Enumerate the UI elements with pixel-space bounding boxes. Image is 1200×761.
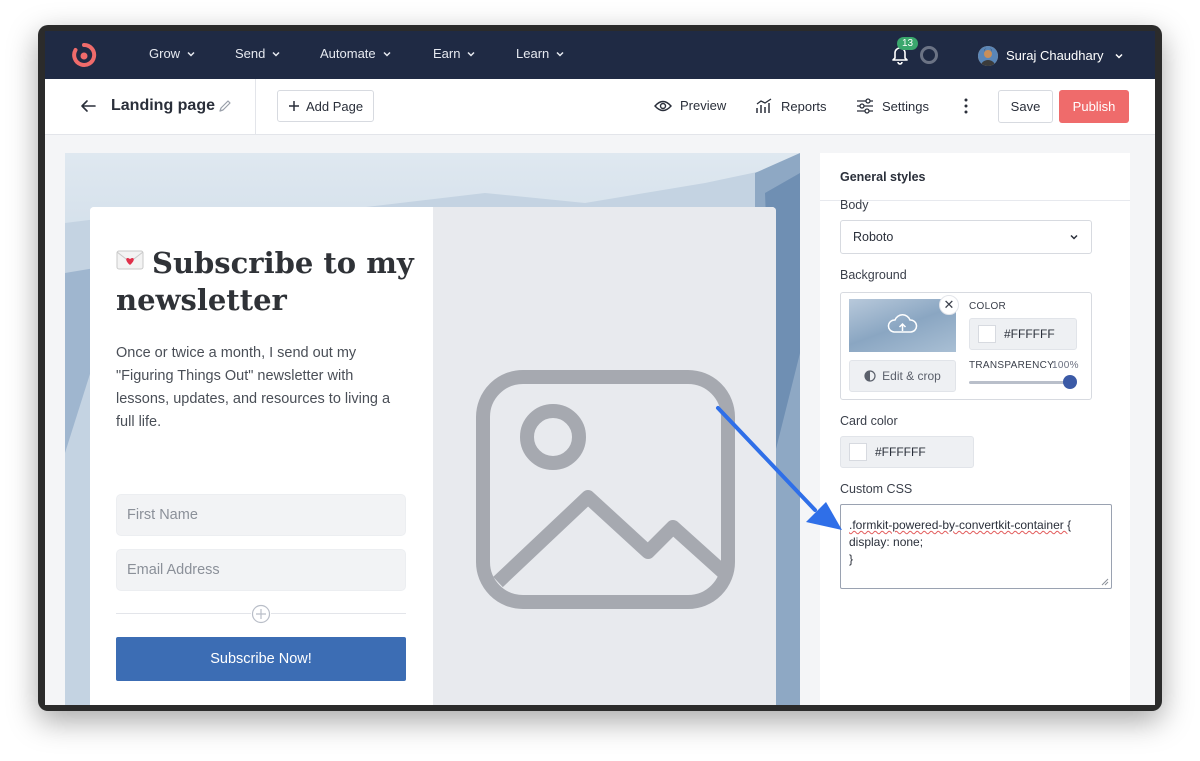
landing-card: Subscribe to my newsletter Once or twice…	[90, 207, 776, 705]
color-swatch[interactable]	[978, 325, 996, 343]
crop-icon	[864, 370, 876, 382]
chevron-down-icon	[187, 51, 195, 57]
user-name: Suraj Chaudhary	[1006, 48, 1104, 63]
preview-button[interactable]: Preview	[654, 98, 726, 113]
nav-automate[interactable]: Automate	[320, 46, 392, 61]
css-line: }	[849, 552, 854, 566]
card-color-label: Card color	[840, 414, 898, 428]
app-window: Grow Send Automate Earn Learn 13 Suraj C…	[38, 25, 1162, 711]
reports-chart-icon	[756, 98, 772, 113]
save-button[interactable]: Save	[998, 90, 1053, 123]
body-font-label: Body	[840, 198, 869, 212]
add-field-plus-icon[interactable]	[251, 604, 271, 624]
resize-handle-icon[interactable]	[1101, 578, 1109, 586]
card-content: Subscribe to my newsletter Once or twice…	[90, 207, 433, 705]
editor-toolbar: Landing page Add Page Preview Reports Se…	[45, 79, 1155, 135]
nav-grow[interactable]: Grow	[149, 46, 196, 61]
back-arrow-icon[interactable]	[79, 97, 97, 115]
body-font-select[interactable]: Roboto	[840, 220, 1092, 254]
headline-text: Subscribe to my newsletter	[116, 246, 414, 317]
css-line: .formkit-powered-by-convertkit-container…	[849, 518, 1072, 532]
first-name-input[interactable]: First Name	[116, 494, 406, 536]
reports-label: Reports	[781, 98, 827, 114]
publish-button[interactable]: Publish	[1059, 90, 1129, 123]
email-address-input[interactable]: Email Address	[116, 549, 406, 591]
eye-icon	[654, 100, 672, 111]
more-options-icon[interactable]	[963, 97, 969, 115]
custom-css-label: Custom CSS	[840, 482, 913, 496]
chevron-down-icon	[467, 51, 475, 57]
background-color-value: #FFFFFF	[1004, 327, 1055, 341]
preview-label: Preview	[680, 98, 727, 113]
chevron-down-icon	[556, 51, 564, 57]
image-placeholder-area[interactable]	[433, 207, 776, 705]
plus-icon	[289, 101, 299, 111]
subscribe-button[interactable]: Subscribe Now!	[116, 637, 406, 681]
nav-grow-label: Grow	[149, 46, 181, 61]
settings-button[interactable]: Settings	[856, 98, 929, 114]
landing-headline[interactable]: Subscribe to my newsletter	[116, 245, 416, 319]
nav-learn[interactable]: Learn	[516, 46, 565, 61]
notification-badge: 13	[897, 37, 919, 50]
nav-automate-label: Automate	[320, 46, 376, 61]
panel-title: General styles	[840, 170, 926, 184]
top-navigation: Grow Send Automate Earn Learn 13 Suraj C…	[45, 31, 1155, 79]
loading-ring-icon	[920, 46, 938, 64]
love-letter-icon	[116, 250, 144, 270]
nav-earn-label: Earn	[433, 46, 461, 61]
nav-send-label: Send	[235, 46, 266, 61]
toolbar-divider	[255, 79, 256, 135]
reports-button[interactable]: Reports	[755, 98, 827, 114]
css-line: display: none;	[849, 535, 924, 549]
nav-earn[interactable]: Earn	[433, 46, 476, 61]
landing-description[interactable]: Once or twice a month, I send out my "Fi…	[116, 342, 406, 434]
background-label: Background	[840, 268, 907, 282]
edit-crop-label: Edit & crop	[882, 369, 941, 383]
page-title: Landing page	[111, 97, 215, 114]
add-page-button[interactable]: Add Page	[277, 90, 375, 122]
screen: Grow Send Automate Earn Learn 13 Suraj C…	[45, 31, 1155, 705]
add-page-label: Add Page	[306, 98, 364, 114]
general-styles-panel: General styles Body Roboto Background ✕	[820, 153, 1130, 705]
transparency-slider-handle[interactable]	[1063, 375, 1077, 389]
card-color-swatch[interactable]	[849, 443, 867, 461]
avatar[interactable]	[978, 46, 998, 66]
avatar-person-icon	[978, 46, 998, 66]
body-font-value: Roboto	[853, 230, 894, 244]
background-settings: ✕ Edit & crop COLOR #FFFFFF TRANSPARENCY…	[840, 292, 1092, 400]
image-placeholder-icon	[476, 370, 735, 609]
nav-learn-label: Learn	[516, 46, 550, 61]
card-color-input[interactable]: #FFFFFF	[840, 436, 974, 468]
nav-send[interactable]: Send	[235, 46, 281, 61]
custom-css-textarea[interactable]: .formkit-powered-by-convertkit-container…	[840, 504, 1112, 589]
transparency-value: 100%	[1052, 360, 1079, 371]
background-color-input[interactable]: #FFFFFF	[969, 318, 1077, 350]
convertkit-logo-icon[interactable]	[71, 42, 97, 68]
edit-crop-button[interactable]: Edit & crop	[849, 360, 956, 392]
card-color-value: #FFFFFF	[875, 445, 926, 459]
landing-page-canvas[interactable]: Subscribe to my newsletter Once or twice…	[65, 153, 800, 705]
chevron-down-icon	[383, 51, 391, 57]
settings-label: Settings	[882, 98, 929, 114]
user-menu[interactable]: Suraj Chaudhary	[1006, 48, 1124, 63]
remove-image-close-icon[interactable]: ✕	[939, 295, 959, 315]
chevron-down-icon	[272, 51, 280, 57]
pencil-edit-icon[interactable]	[218, 99, 232, 113]
color-label: COLOR	[969, 301, 1007, 312]
transparency-label: TRANSPARENCY	[969, 360, 1055, 371]
transparency-slider-track[interactable]	[969, 381, 1071, 384]
chevron-down-icon	[1070, 234, 1078, 240]
sliders-icon	[857, 98, 873, 114]
panel-header: General styles	[820, 153, 1130, 201]
chevron-down-icon	[1115, 53, 1123, 59]
